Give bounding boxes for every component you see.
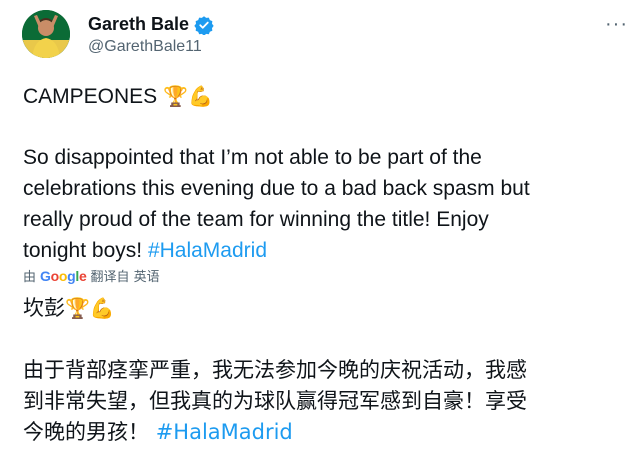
hashtag-link[interactable]: #HalaMadrid (148, 239, 267, 262)
author-handle[interactable]: @GarethBale11 (88, 38, 202, 56)
translated-headline: 坎彭 (23, 296, 65, 320)
tweet-body-line-1: So disappointed that I’m not able to be … (23, 146, 482, 169)
avatar[interactable] (22, 10, 70, 58)
verified-badge-icon (194, 15, 214, 35)
translation-attribution: 由 Google 翻译自 英语 (23, 266, 160, 286)
avatar-image (22, 10, 70, 58)
tweet-headline: CAMPEONES (23, 85, 158, 108)
more-options-icon[interactable]: ··· (605, 14, 628, 34)
tweet-body-text: tonight boys! (23, 239, 143, 262)
translated-body-text: 今晚的男孩！ (23, 420, 149, 444)
author-name[interactable]: Gareth Bale (88, 14, 189, 35)
trophy-icon: 🏆 (163, 84, 188, 108)
translated-from-label[interactable]: 翻译自 英语 (91, 266, 160, 285)
author-name-row[interactable]: Gareth Bale (88, 14, 214, 35)
tweet-headline-row: CAMPEONES 🏆💪 (23, 84, 213, 109)
tweet-body-line-3: really proud of the team for winning the… (23, 208, 489, 231)
flexed-biceps-icon: 💪 (187, 84, 213, 108)
translated-body-line-2: 到非常失望，但我真的为球队赢得冠军感到自豪！享受 (23, 389, 527, 413)
translated-headline-row: 坎彭🏆💪 (23, 292, 115, 322)
flexed-biceps-icon: 💪 (89, 296, 115, 320)
tweet-body-line-2: celebrations this evening due to a bad b… (23, 177, 530, 200)
translated-body-line-1: 由于背部痉挛严重，我无法参加今晚的庆祝活动，我感 (23, 358, 527, 382)
translated-by-label: 由 (23, 270, 37, 285)
tweet-body-line-4: tonight boys! #HalaMadrid (23, 239, 267, 263)
translated-hashtag-link[interactable]: #HalaMadrid (156, 420, 293, 444)
google-logo: Google (40, 267, 87, 284)
trophy-icon: 🏆 (65, 296, 90, 320)
translated-body-line-3: 今晚的男孩！ #HalaMadrid (23, 416, 293, 446)
